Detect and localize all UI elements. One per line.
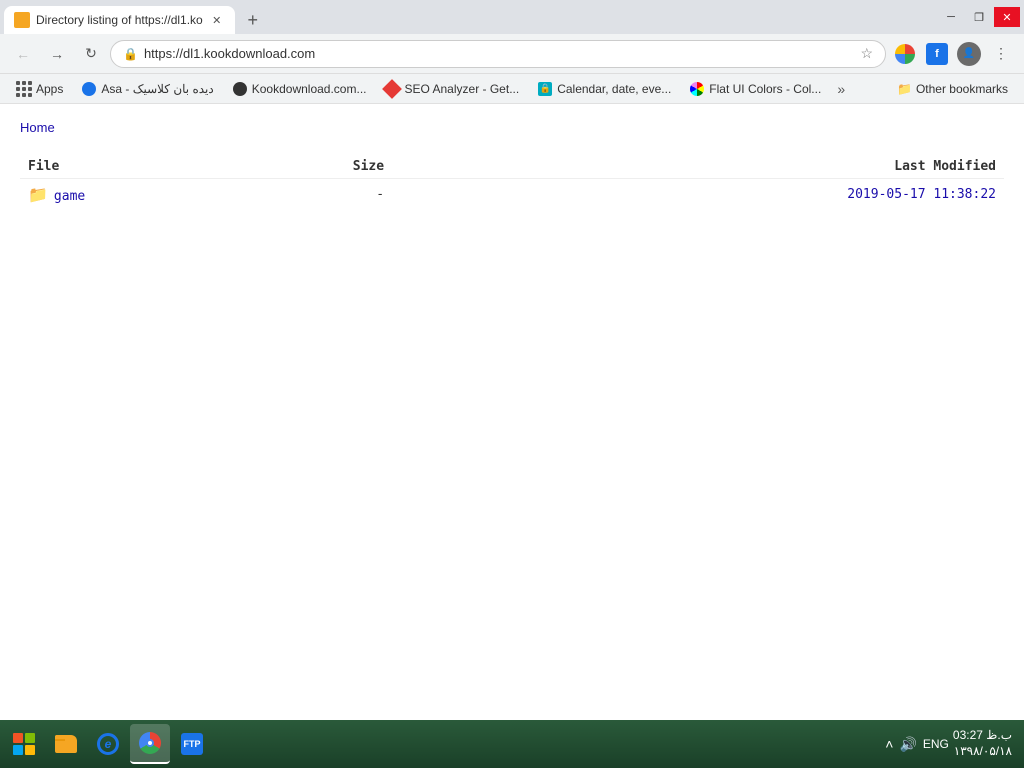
new-tab-button[interactable]: + [239, 6, 267, 34]
bookmark-asa[interactable]: Asa - دیده بان کلاسیک [73, 78, 221, 100]
folder-link[interactable]: game [54, 189, 85, 204]
minimize-button[interactable]: ─ [938, 7, 964, 27]
cubeftp-icon: FTP [180, 732, 204, 756]
taskbar-ie[interactable]: e [88, 724, 128, 764]
window-controls: ─ ❐ ✕ [938, 7, 1020, 27]
title-bar: Directory listing of https://dl1.ko ✕ + … [0, 0, 1024, 34]
extension-icon: f [926, 43, 948, 65]
nav-right-icons: f 👤 ⋮ [890, 39, 1016, 69]
kookdownload-favicon [232, 81, 248, 97]
security-lock-icon: 🔒 [123, 47, 138, 61]
bookmark-asa-label: Asa - دیده بان کلاسیک [101, 82, 213, 96]
tab-title: Directory listing of https://dl1.ko [36, 13, 203, 27]
other-bookmarks-folder-icon: 📁 [897, 82, 912, 96]
active-tab[interactable]: Directory listing of https://dl1.ko ✕ [4, 6, 235, 34]
date-display: ۱۳۹۸/۰۵/۱۸ [953, 744, 1012, 760]
taskbar: e FTP ˄ 🔊 ENG 03:27 ب.ظ ۱۳۹۸/۰۵/۱۸ [0, 720, 1024, 768]
tab-favicon [14, 12, 30, 28]
file-column-header: File [20, 155, 292, 179]
tab-area: Directory listing of https://dl1.ko ✕ + [4, 0, 930, 34]
size-column-header: Size [292, 155, 392, 179]
home-link[interactable]: Home [20, 120, 55, 135]
table-row: 📁 game -2019-05-17 11:38:22 [20, 179, 1004, 211]
asa-favicon [81, 81, 97, 97]
back-button[interactable]: ← [8, 39, 38, 69]
taskbar-right: ˄ 🔊 ENG 03:27 ب.ظ ۱۳۹۸/۰۵/۱۸ [877, 728, 1020, 759]
bookmark-calendar[interactable]: 🔒 Calendar, date, eve... [529, 78, 679, 100]
more-bookmarks-button[interactable]: » [831, 78, 851, 100]
tab-close-button[interactable]: ✕ [209, 12, 225, 28]
bookmark-flatui[interactable]: Flat UI Colors - Col... [681, 78, 829, 100]
page-content: Home File Size Last Modified 📁 game -2019-… [0, 104, 1024, 720]
chrome-logo [895, 44, 915, 64]
profile-button[interactable]: 👤 [954, 39, 984, 69]
restore-button[interactable]: ❐ [966, 7, 992, 27]
avatar: 👤 [957, 42, 981, 66]
other-bookmarks-label: Other bookmarks [916, 82, 1008, 96]
address-bar[interactable]: 🔒 https://dl1.kookdownload.com ☆ [110, 40, 886, 68]
bookmark-kookdownload-label: Kookdownload.com... [252, 82, 367, 96]
bookmark-calendar-label: Calendar, date, eve... [557, 82, 671, 96]
bookmark-star-icon[interactable]: ☆ [860, 45, 873, 62]
url-display: https://dl1.kookdownload.com [144, 46, 854, 61]
apps-grid-icon [16, 81, 32, 97]
calendar-favicon: 🔒 [537, 81, 553, 97]
file-size-cell: - [292, 179, 392, 211]
bookmark-kookdownload[interactable]: Kookdownload.com... [224, 78, 375, 100]
file-date-cell: 2019-05-17 11:38:22 [392, 179, 1004, 211]
refresh-button[interactable]: ↻ [76, 39, 106, 69]
ie-icon: e [96, 732, 120, 756]
navigation-bar: ← → ↻ 🔒 https://dl1.kookdownload.com ☆ f… [0, 34, 1024, 74]
start-button[interactable] [4, 724, 44, 764]
time-display: 03:27 ب.ظ [953, 728, 1012, 744]
close-button[interactable]: ✕ [994, 7, 1020, 27]
windows-logo-icon [13, 733, 35, 755]
flatui-favicon [689, 81, 705, 97]
file-name-cell: 📁 game [20, 179, 292, 211]
language-indicator[interactable]: ENG [923, 737, 949, 751]
forward-button[interactable]: → [42, 39, 72, 69]
bookmark-apps-label: Apps [36, 82, 63, 96]
taskbar-clock[interactable]: 03:27 ب.ظ ۱۳۹۸/۰۵/۱۸ [953, 728, 1012, 759]
extension-button[interactable]: f [922, 39, 952, 69]
bookmark-apps[interactable]: Apps [8, 78, 71, 100]
taskbar-cubeftp[interactable]: FTP [172, 724, 212, 764]
breadcrumb: Home [20, 120, 1004, 135]
other-bookmarks[interactable]: 📁 Other bookmarks [889, 79, 1016, 99]
tray-chevron[interactable]: ˄ [885, 736, 893, 752]
chrome-taskbar-icon [138, 731, 162, 755]
file-explorer-icon [54, 732, 78, 756]
volume-icon[interactable]: 🔊 [899, 736, 916, 753]
seo-favicon [384, 81, 400, 97]
bookmarks-bar: Apps Asa - دیده بان کلاسیک Kookdownload.… [0, 74, 1024, 104]
bookmark-flatui-label: Flat UI Colors - Col... [709, 82, 821, 96]
taskbar-file-explorer[interactable] [46, 724, 86, 764]
bookmark-seo-label: SEO Analyzer - Get... [404, 82, 519, 96]
more-menu-button[interactable]: ⋮ [986, 39, 1016, 69]
system-tray: ˄ 🔊 ENG [885, 736, 949, 753]
file-table: File Size Last Modified 📁 game -2019-05-17… [20, 155, 1004, 210]
chrome-icon[interactable] [890, 39, 920, 69]
date-column-header: Last Modified [392, 155, 1004, 179]
bookmark-seo[interactable]: SEO Analyzer - Get... [376, 78, 527, 100]
folder-icon: 📁 [28, 185, 48, 204]
taskbar-chrome[interactable] [130, 724, 170, 764]
